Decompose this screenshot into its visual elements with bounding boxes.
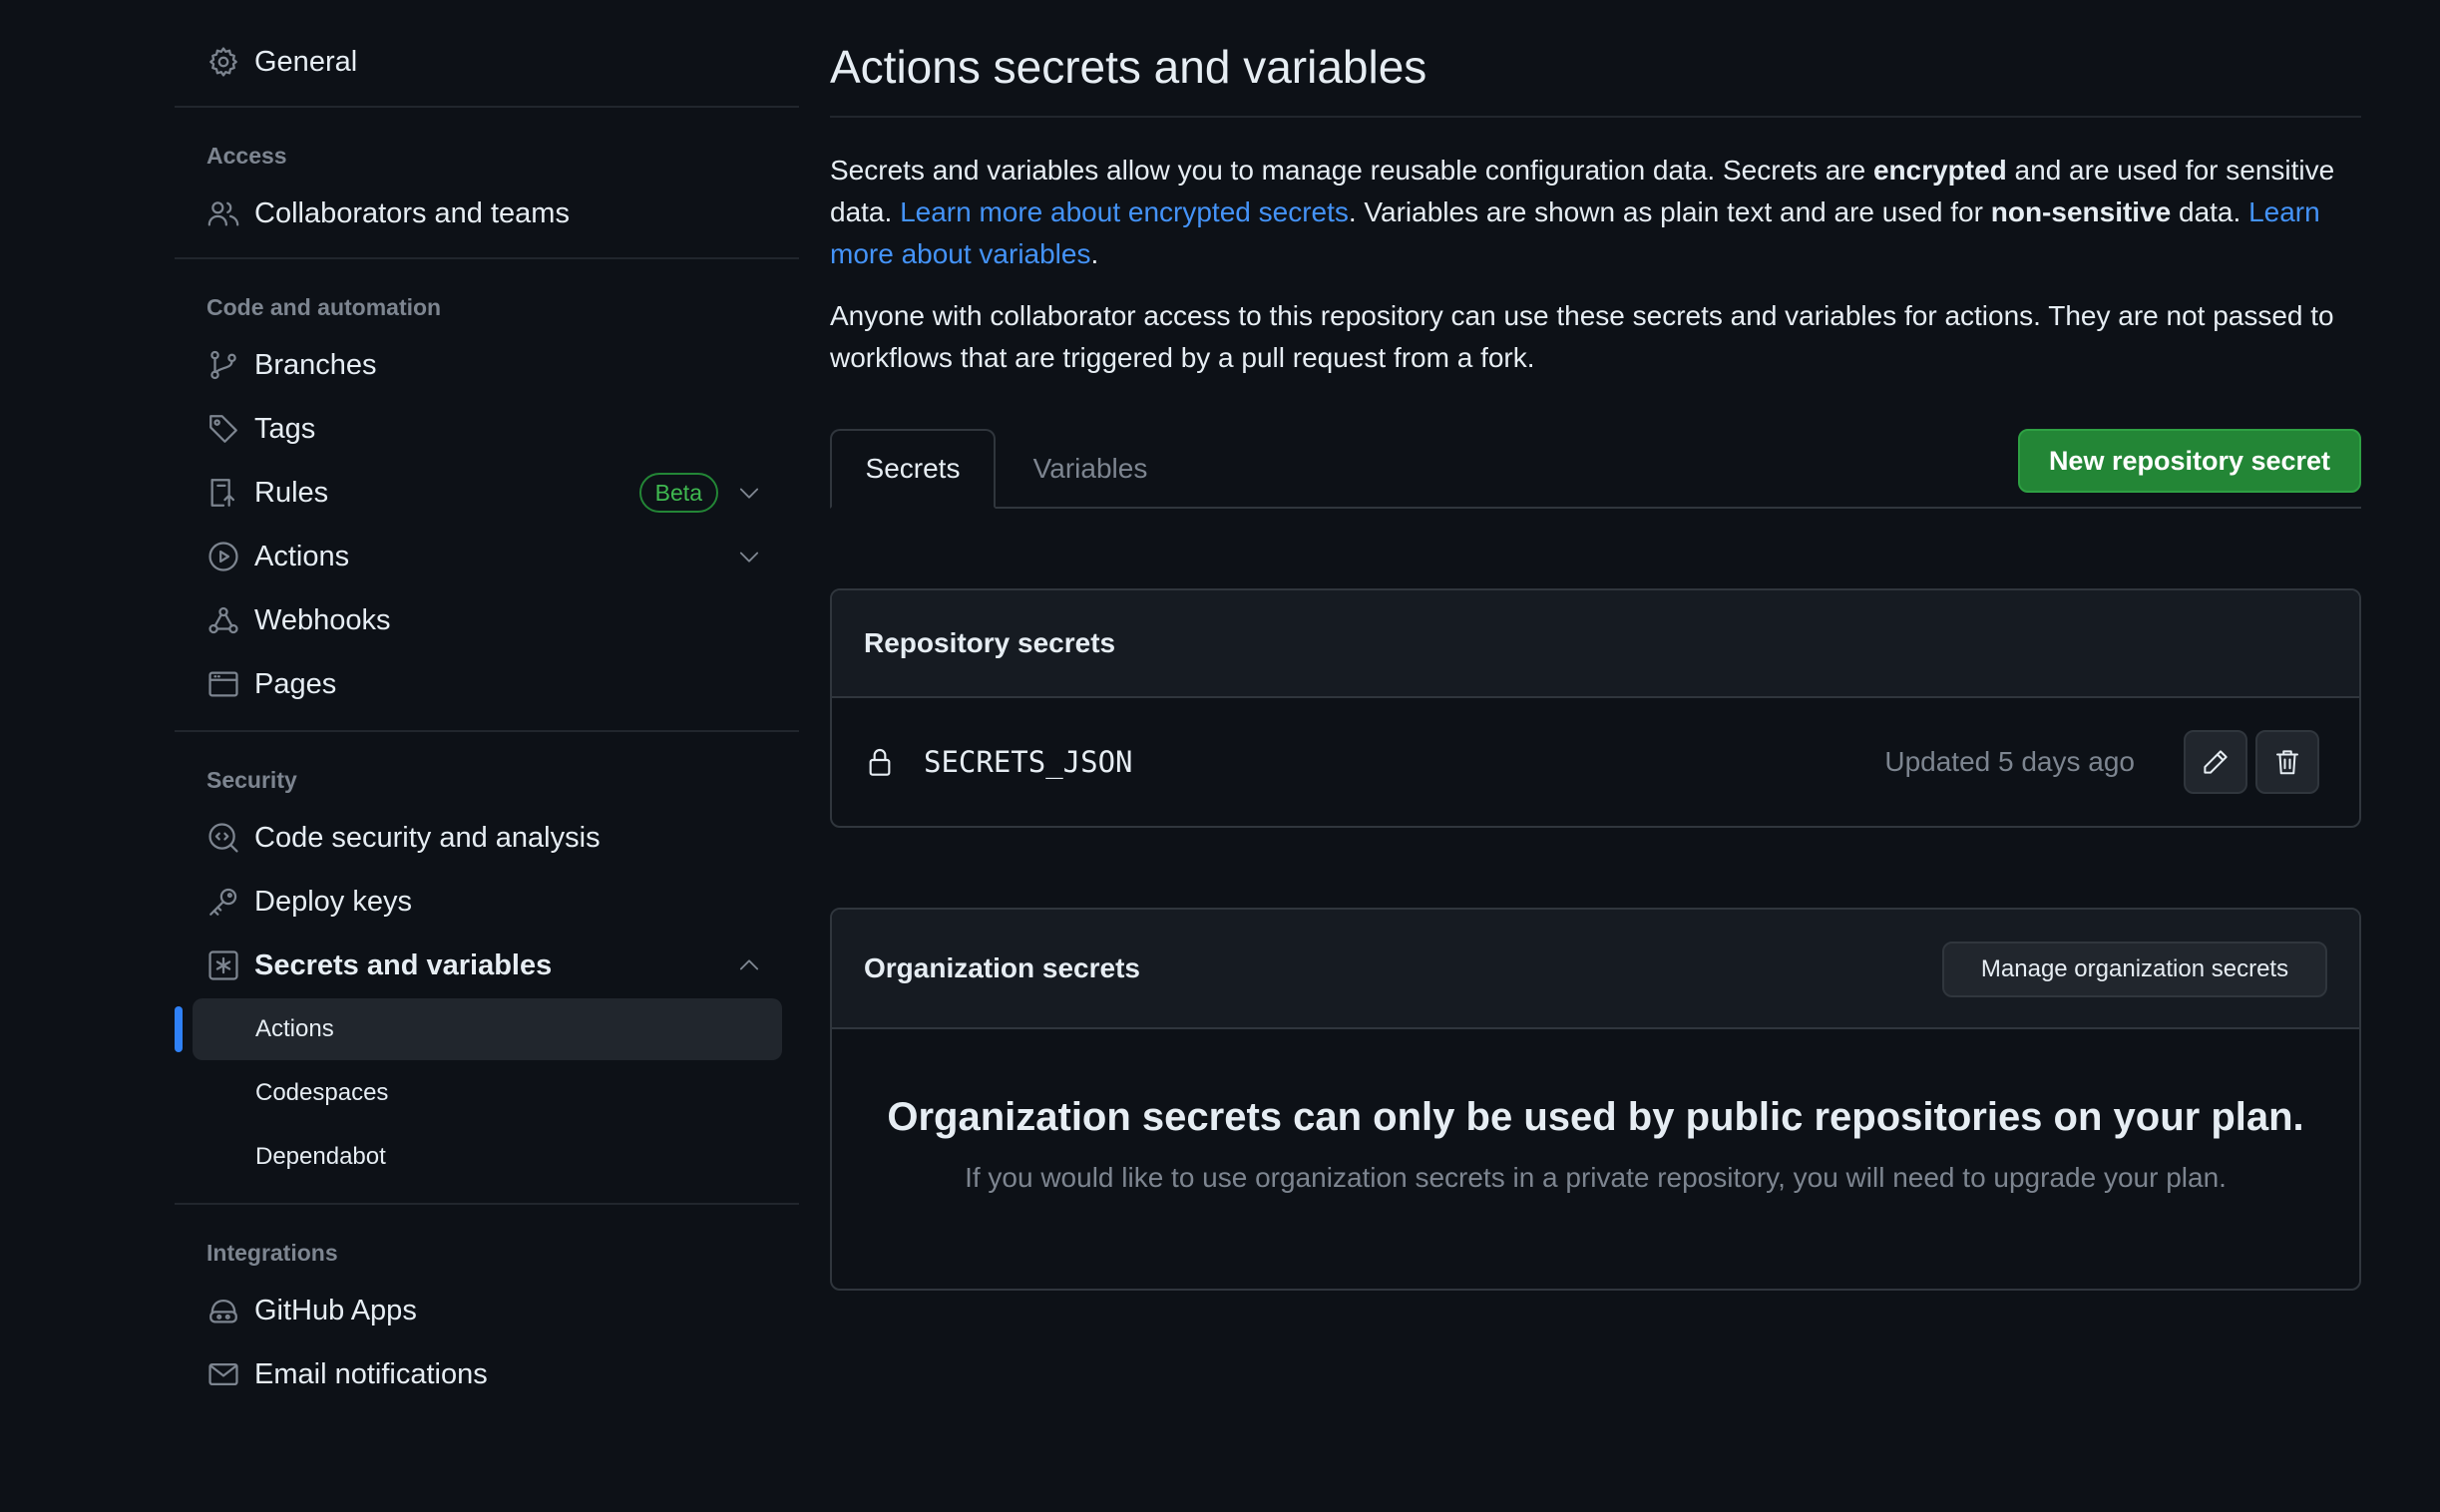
sidebar-item-secrets-variables[interactable]: Secrets and variables <box>175 934 799 997</box>
repository-secrets-box: Repository secrets SECRETS_JSON Updated … <box>830 588 2361 828</box>
sidebar-item-rules[interactable]: Rules Beta <box>175 461 799 525</box>
sidebar-item-deploy-keys[interactable]: Deploy keys <box>175 870 799 934</box>
sidebar-item-general[interactable]: General <box>175 30 799 94</box>
divider <box>175 257 799 259</box>
sidebar-item-label: Secrets and variables <box>254 948 553 981</box>
learn-more-secrets-link[interactable]: Learn more about encrypted secrets <box>900 196 1349 227</box>
sidebar-subitem-actions[interactable]: Actions <box>175 998 782 1060</box>
settings-sidebar: General Access Collaborators and teams C… <box>175 0 799 1406</box>
sidebar-item-collaborators[interactable]: Collaborators and teams <box>175 182 799 245</box>
sidebar-item-code-security[interactable]: Code security and analysis <box>175 806 799 870</box>
new-repository-secret-button[interactable]: New repository secret <box>2018 429 2361 493</box>
secret-updated: Updated 5 days ago <box>1884 746 2135 777</box>
desc-text: data. <box>2171 196 2249 227</box>
empty-state-subtitle: If you would like to use organization se… <box>965 1162 2227 1193</box>
copilot-icon <box>206 1294 240 1327</box>
branch-icon <box>206 348 240 382</box>
divider <box>175 730 799 732</box>
sidebar-item-label: Branches <box>254 348 377 381</box>
tabs: Secrets Variables New repository secret <box>830 429 2361 509</box>
sidebar-item-label: Deploy keys <box>254 885 412 918</box>
key-icon <box>206 885 240 919</box>
people-icon <box>206 196 240 230</box>
secret-name: SECRETS_JSON <box>924 745 1133 779</box>
repository-secrets-heading: Repository secrets <box>832 590 2359 698</box>
sidebar-item-label: General <box>254 45 358 78</box>
delete-secret-button[interactable] <box>2255 730 2319 794</box>
secret-row: SECRETS_JSON Updated 5 days ago <box>832 698 2359 826</box>
sidebar-item-label: Collaborators and teams <box>254 196 570 229</box>
manage-organization-secrets-button[interactable]: Manage organization secrets <box>1942 942 2327 997</box>
divider <box>175 1203 799 1205</box>
sidebar-item-github-apps[interactable]: GitHub Apps <box>175 1279 799 1342</box>
desc-bold: non-sensitive <box>1990 196 2172 227</box>
main-content: Actions secrets and variables Secrets an… <box>830 0 2361 1291</box>
description-collaborators: Anyone with collaborator access to this … <box>830 300 2334 373</box>
sidebar-subitem-label: Actions <box>255 1015 334 1042</box>
tab-variables[interactable]: Variables <box>996 429 1185 509</box>
pencil-icon <box>2201 747 2231 777</box>
webhook-icon <box>206 603 240 637</box>
chevron-down-icon[interactable] <box>735 479 763 507</box>
sidebar-item-label: Rules <box>254 476 329 509</box>
desc-text: . <box>1090 238 1099 269</box>
lock-icon <box>864 746 896 778</box>
sidebar-item-label: GitHub Apps <box>254 1294 417 1326</box>
edit-secret-button[interactable] <box>2184 730 2247 794</box>
box-heading-label: Repository secrets <box>864 627 1116 658</box>
codescan-icon <box>206 821 240 855</box>
sidebar-heading-integrations: Integrations <box>206 1239 338 1266</box>
organization-secrets-box: Organization secrets Manage organization… <box>830 908 2361 1291</box>
active-indicator <box>175 1006 183 1052</box>
sidebar-item-label: Code security and analysis <box>254 821 601 854</box>
sidebar-item-branches[interactable]: Branches <box>175 333 799 397</box>
sidebar-item-pages[interactable]: Pages <box>175 652 799 716</box>
sidebar-heading-code: Code and automation <box>206 293 442 320</box>
sidebar-item-actions[interactable]: Actions <box>175 525 799 588</box>
box-heading-label: Organization secrets <box>864 952 1140 983</box>
sidebar-subitem-label: Dependabot <box>255 1143 386 1170</box>
desc-bold: encrypted <box>1872 155 2007 186</box>
page-title: Actions secrets and variables <box>830 0 2361 118</box>
sidebar-item-webhooks[interactable]: Webhooks <box>175 588 799 652</box>
gear-icon <box>206 45 240 79</box>
trash-icon <box>2272 747 2302 777</box>
tab-secrets[interactable]: Secrets <box>830 429 996 509</box>
desc-text: Secrets and variables allow you to manag… <box>830 155 1873 186</box>
description: Secrets and variables allow you to manag… <box>830 150 2361 275</box>
desc-text: . Variables are shown as plain text and … <box>1348 196 1991 227</box>
sidebar-heading-security: Security <box>206 766 297 793</box>
sidebar-item-email-notifications[interactable]: Email notifications <box>175 1342 799 1406</box>
sidebar-item-tags[interactable]: Tags <box>175 397 799 461</box>
sidebar-heading-access: Access <box>206 142 287 169</box>
sidebar-item-label: Tags <box>254 412 316 445</box>
rules-icon <box>206 476 240 510</box>
org-secrets-empty-state: Organization secrets can only be used by… <box>832 1029 2359 1289</box>
play-icon <box>206 540 240 573</box>
sidebar-subitem-label: Codespaces <box>255 1079 389 1106</box>
sidebar-item-label: Pages <box>254 667 337 700</box>
sidebar-subitem-dependabot[interactable]: Dependabot <box>175 1125 799 1189</box>
chevron-up-icon[interactable] <box>735 951 763 979</box>
asterisk-icon <box>206 948 240 982</box>
sidebar-item-label: Email notifications <box>254 1357 488 1390</box>
organization-secrets-heading: Organization secrets Manage organization… <box>832 910 2359 1029</box>
mail-icon <box>206 1357 240 1391</box>
divider <box>175 106 799 108</box>
browser-icon <box>206 667 240 701</box>
beta-badge: Beta <box>638 473 718 513</box>
chevron-down-icon[interactable] <box>735 543 763 570</box>
tag-icon <box>206 412 240 446</box>
sidebar-item-label: Webhooks <box>254 603 391 636</box>
sidebar-subitem-codespaces[interactable]: Codespaces <box>175 1061 799 1125</box>
empty-state-title: Organization secrets can only be used by… <box>887 1095 2304 1139</box>
sidebar-item-label: Actions <box>254 540 350 572</box>
